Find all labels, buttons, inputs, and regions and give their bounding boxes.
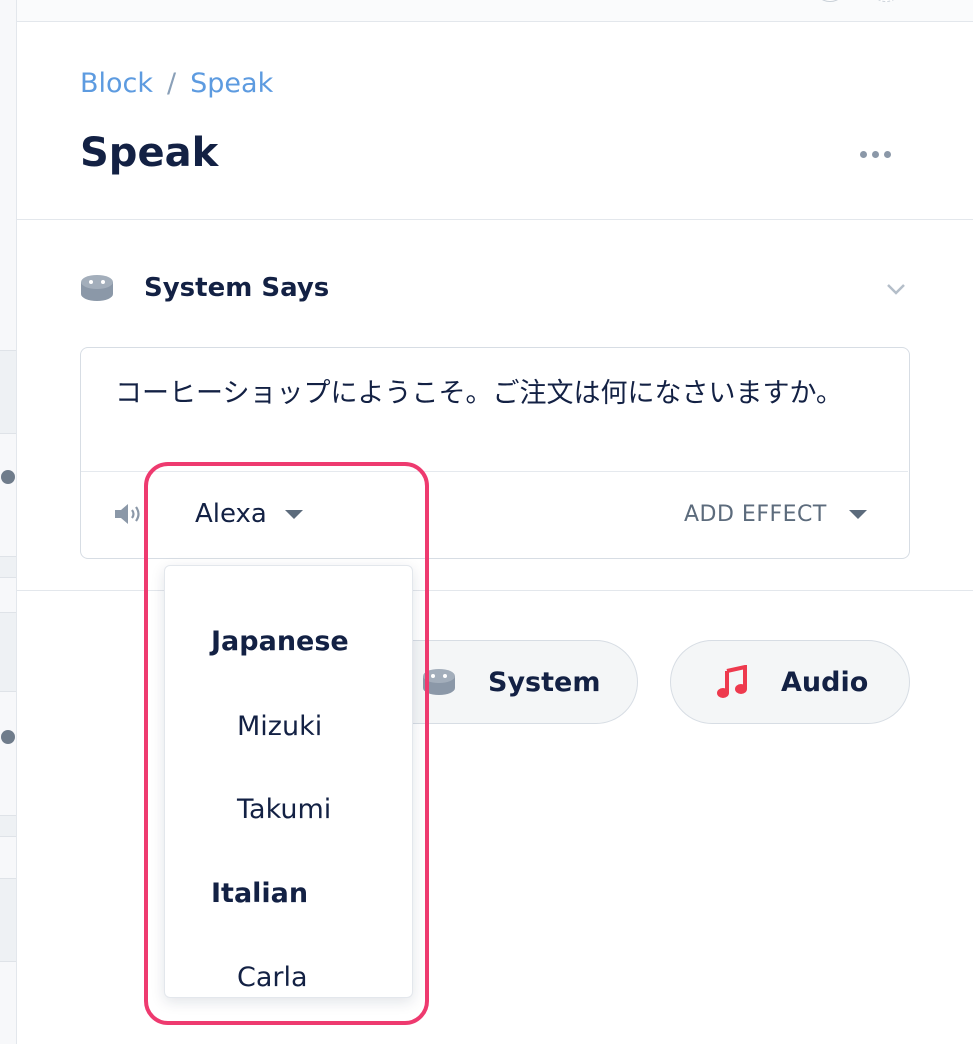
section-header[interactable]: System Says bbox=[80, 270, 329, 306]
canvas-block-edge bbox=[0, 815, 16, 837]
header-divider bbox=[17, 219, 973, 220]
canvas-edge bbox=[0, 0, 17, 1044]
add-effect-button[interactable]: ADD EFFECT bbox=[684, 496, 867, 532]
add-effect-label: ADD EFFECT bbox=[684, 501, 827, 527]
speaker-icon[interactable] bbox=[113, 502, 145, 526]
canvas-block-edge bbox=[0, 556, 16, 578]
voice-dropdown-menu: Japanese Mizuki Takumi Italian Carla bbox=[164, 565, 413, 998]
breadcrumb-separator: / bbox=[167, 68, 177, 99]
breadcrumb-current-link[interactable]: Speak bbox=[190, 68, 273, 99]
speak-card-footer: Alexa ADD EFFECT bbox=[81, 471, 908, 557]
section-title: System Says bbox=[144, 273, 330, 303]
block-editor-panel: Block / Speak Speak System Says コーヒーショップによ… bbox=[17, 22, 973, 1044]
add-audio-button[interactable]: Audio bbox=[670, 640, 910, 724]
dropdown-item-mizuki[interactable]: Mizuki bbox=[237, 711, 322, 742]
top-bar bbox=[17, 0, 973, 22]
speak-text-input[interactable]: コーヒーショップにようこそ。ご注文は何になさいますか。 bbox=[115, 370, 875, 417]
voice-select[interactable]: Alexa bbox=[195, 496, 303, 532]
caret-down-icon bbox=[284, 509, 303, 519]
more-options-button[interactable] bbox=[855, 142, 895, 166]
music-note-icon bbox=[717, 665, 747, 698]
avatar[interactable] bbox=[813, 0, 847, 2]
dot-icon bbox=[871, 150, 879, 158]
dot-icon bbox=[883, 150, 891, 158]
add-audio-label: Audio bbox=[781, 666, 869, 698]
robot-head-icon bbox=[423, 669, 455, 695]
port-icon bbox=[1, 470, 15, 484]
speak-card: コーヒーショップにようこそ。ご注文は何になさいますか。 Alexa ADD EF… bbox=[80, 347, 910, 559]
page-title: Speak bbox=[80, 130, 219, 176]
canvas-block-edge bbox=[0, 878, 16, 962]
voice-select-value: Alexa bbox=[195, 499, 267, 529]
dropdown-item-carla[interactable]: Carla bbox=[237, 962, 308, 993]
dropdown-item-takumi[interactable]: Takumi bbox=[237, 794, 331, 825]
port-icon bbox=[1, 730, 15, 744]
settings-icon[interactable] bbox=[869, 0, 903, 2]
breadcrumb: Block / Speak bbox=[80, 68, 273, 99]
card-divider bbox=[17, 590, 973, 591]
robot-head-icon bbox=[81, 275, 113, 301]
caret-down-icon bbox=[848, 509, 867, 519]
canvas-block-edge bbox=[0, 350, 16, 434]
add-system-label: System bbox=[488, 666, 601, 698]
chevron-down-icon[interactable] bbox=[885, 278, 907, 300]
dropdown-group-italian: Italian bbox=[211, 878, 309, 909]
breadcrumb-root-link[interactable]: Block bbox=[80, 68, 153, 99]
canvas-block-edge bbox=[0, 612, 16, 692]
dropdown-group-japanese: Japanese bbox=[211, 626, 349, 657]
dot-icon bbox=[859, 150, 867, 158]
